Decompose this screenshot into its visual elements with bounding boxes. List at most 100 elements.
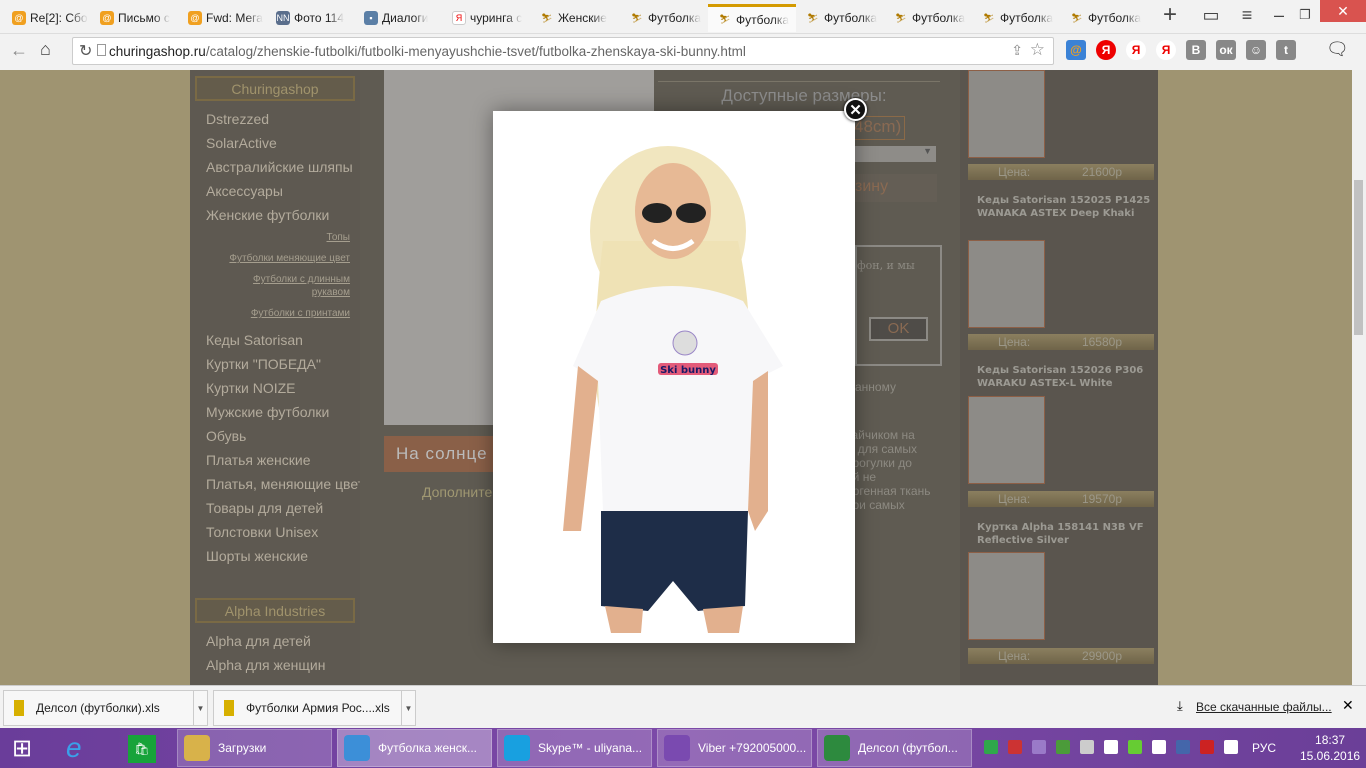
tab-12[interactable]: ⛷ Футболка (1060, 4, 1148, 32)
tab-6[interactable]: ⛷ Женские (530, 4, 618, 32)
tab-2[interactable]: @ Fwd: Мега (178, 4, 266, 32)
store-icon[interactable]: 🛍 (128, 735, 156, 763)
related-product-image[interactable] (968, 70, 1045, 158)
start-button[interactable]: ⊞ (12, 729, 40, 767)
tab-4[interactable]: ▪ Диалоги (354, 4, 442, 32)
tab-9[interactable]: ⛷ Футболка (796, 4, 884, 32)
tray-icon[interactable] (1008, 740, 1022, 754)
ok-button[interactable]: OK (869, 317, 928, 341)
tab-7[interactable]: ⛷ Футболка (620, 4, 708, 32)
taskbar-window[interactable]: Футболка женск... (337, 729, 492, 767)
taskbar-window[interactable]: Skype™ - uliyana... (497, 729, 652, 767)
clock[interactable]: 18:37 15.06.2016 (1300, 732, 1360, 764)
tray-icon[interactable] (984, 740, 998, 754)
back-icon[interactable]: ← (10, 40, 28, 61)
all-downloads-link[interactable]: Все скачанные файлы... (1196, 700, 1332, 714)
sidebar-item[interactable]: Мужские футболки (190, 400, 360, 424)
sidebar-item[interactable]: Обувь (190, 424, 360, 448)
odnoklassniki-icon[interactable]: ок (1216, 40, 1236, 60)
language-indicator[interactable]: РУС (1252, 729, 1276, 767)
menu-icon[interactable]: ≡ (1232, 0, 1262, 30)
sidebar-item[interactable]: Dstrezzed (190, 107, 360, 131)
related-product-image[interactable] (968, 240, 1045, 328)
chevron-down-icon[interactable]: ▼ (401, 691, 415, 725)
taskbar-window[interactable]: Загрузки (177, 729, 332, 767)
add-to-cart-button[interactable]: зину (855, 174, 937, 202)
download-filename: Делсол (футболки).xls (36, 701, 160, 715)
tray-icon[interactable] (1104, 740, 1118, 754)
sidebar-subitem[interactable]: Футболки меняющие цвет (190, 252, 360, 265)
sidebar-item[interactable]: Куртки NOIZE (190, 376, 360, 400)
taskbar-window[interactable]: Viber +792005000... (657, 729, 812, 767)
tab-5[interactable]: Ячуринга с (442, 4, 530, 32)
sidebar-item[interactable]: Платья, меняющие цвет (190, 472, 364, 496)
tab-list-icon[interactable]: ▭ (1196, 0, 1226, 30)
sidebar-item[interactable]: Куртки "ПОБЕДА" (190, 352, 360, 376)
size-select[interactable]: ▼ (855, 146, 936, 162)
sidebar-item[interactable]: Толстовки Unisex (190, 520, 360, 544)
tray-icon[interactable] (1152, 740, 1166, 754)
share-icon[interactable]: ⇪ (1011, 42, 1023, 59)
clock-date: 15.06.2016 (1300, 749, 1361, 763)
tray-icon[interactable] (1056, 740, 1070, 754)
sidebar-item[interactable]: Товары для детей (190, 496, 360, 520)
tab-8[interactable]: ⛷ Футболка (708, 4, 796, 32)
tab-11[interactable]: ⛷ Футболка (972, 4, 1060, 32)
sidebar-subitem[interactable]: Футболки с принтами (190, 307, 360, 320)
tray-icon[interactable] (1200, 740, 1214, 754)
related-product-image[interactable] (968, 552, 1045, 640)
related-product-name[interactable]: Куртка Alpha 158141 N3B VF Reflective Si… (977, 521, 1152, 547)
download-item[interactable]: Футболки Армия Рос....xls ▼ (213, 690, 416, 726)
close-lightbox-button[interactable]: ✕ (844, 98, 867, 121)
clock-time: 18:37 (1315, 733, 1346, 747)
moi-mir-icon[interactable]: ☺ (1246, 40, 1266, 60)
tray-icon[interactable] (1224, 740, 1238, 754)
new-tab-button[interactable]: + (1152, 0, 1188, 30)
tray-icon[interactable] (1080, 740, 1094, 754)
related-product-image[interactable] (968, 396, 1045, 484)
restore-button[interactable]: ❐ (1290, 0, 1320, 30)
tab-1[interactable]: @ Письмо с (90, 4, 178, 32)
close-downloads-button[interactable]: ✕ (1342, 697, 1354, 714)
download-item[interactable]: Делсол (футболки).xls ▼ (3, 690, 208, 726)
ie-icon[interactable]: e (66, 729, 96, 767)
sidebar-item[interactable]: Шорты женские (190, 544, 360, 568)
sidebar-subitem[interactable]: Футболки с длинным рукавом (190, 273, 360, 299)
product-zoom-image: Ski bunny (563, 146, 783, 633)
sidebar-subitem[interactable]: Топы (190, 231, 360, 244)
reload-icon[interactable]: ↻ (79, 41, 92, 61)
sidebar-item[interactable]: Alpha для женщин (190, 653, 360, 677)
chevron-down-icon[interactable]: ▼ (193, 691, 207, 725)
related-product-name[interactable]: Кеды Satorisan 152026 P306 WARAKU ASTEX-… (977, 364, 1152, 390)
tab-3[interactable]: NN Фото 114 (266, 4, 354, 32)
twitter-icon[interactable]: t (1276, 40, 1296, 60)
sidebar-item[interactable]: SolarActive (190, 131, 360, 155)
related-product-name[interactable]: Кеды Satorisan 152025 P1425 WANAKA ASTEX… (977, 194, 1152, 220)
yandex-browser-icon[interactable]: Я (1156, 40, 1176, 60)
sidebar-item[interactable]: Австралийские шляпы (190, 155, 360, 179)
tab-0[interactable]: @ Re[2]: Сбо (2, 4, 90, 32)
tab-10[interactable]: ⛷ Футболка (884, 4, 972, 32)
sidebar-item[interactable]: Кеды Satorisan (190, 328, 360, 352)
tray-icon[interactable] (1176, 740, 1190, 754)
page-scrollbar[interactable] (1352, 70, 1366, 685)
address-bar[interactable]: ↻ churingashop.ru/catalog/zhenskie-futbo… (72, 37, 1054, 65)
sidebar-item[interactable]: Alpha для детей (190, 629, 360, 653)
bookmark-star-icon[interactable]: ☆ (1030, 40, 1045, 60)
tray-icon[interactable] (1032, 740, 1046, 754)
tray-icon[interactable] (1128, 740, 1142, 754)
chat-icon[interactable]: 🗨 (1326, 39, 1349, 60)
close-window-button[interactable]: ✕ (1320, 0, 1366, 22)
home-icon[interactable]: ⌂ (40, 39, 51, 60)
yandex-search-icon[interactable]: Я (1126, 40, 1146, 60)
sidebar-item[interactable]: Аксессуары (190, 179, 360, 203)
sidebar-item[interactable]: Платья женские (190, 448, 360, 472)
extra-link[interactable]: Дополните (422, 484, 492, 500)
mail-ru-icon[interactable]: @ (1066, 40, 1086, 60)
viber-icon (664, 735, 690, 761)
taskbar-window[interactable]: Делсол (футбол... (817, 729, 972, 767)
vk-icon[interactable]: В (1186, 40, 1206, 60)
sidebar-item[interactable]: Женские футболки (190, 203, 360, 227)
yandex-icon[interactable]: Я (1096, 40, 1116, 60)
yandex-icon: Я (452, 11, 466, 25)
